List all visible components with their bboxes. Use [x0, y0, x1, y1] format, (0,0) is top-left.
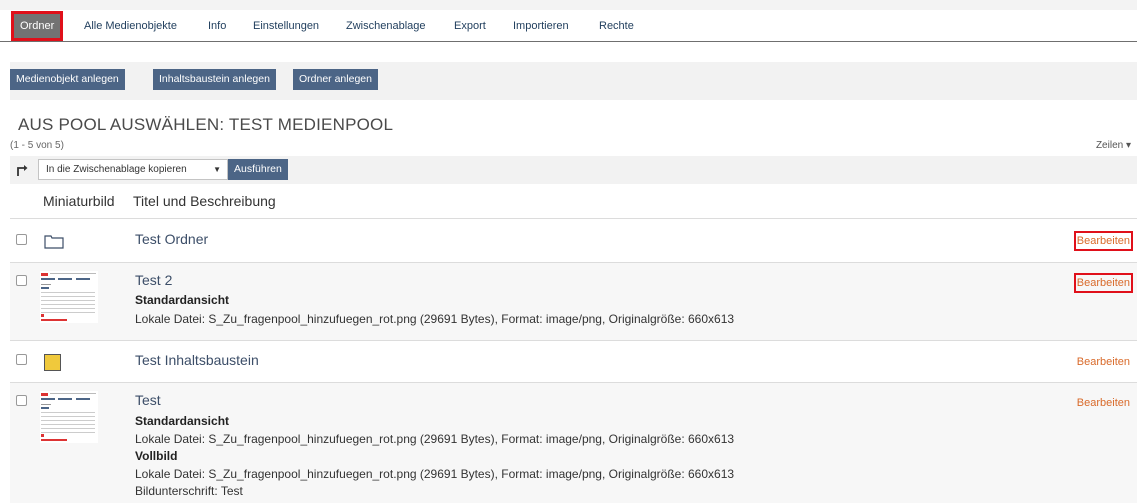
view-label: Standardansicht — [135, 293, 230, 307]
tab-info[interactable]: Info — [208, 14, 226, 38]
tab-alle-medienobjekte[interactable]: Alle Medienobjekte — [84, 14, 177, 38]
chevron-down-icon: ▼ — [213, 165, 221, 174]
bulk-action-select[interactable]: In die Zwischenablage kopieren ▼ — [38, 159, 228, 180]
tab-export[interactable]: Export — [454, 14, 486, 38]
content-block-icon — [44, 354, 61, 371]
row-title[interactable]: Test — [135, 392, 161, 408]
result-count: (1 - 5 von 5) — [10, 140, 64, 151]
rows-per-page-menu[interactable]: Zeilen ▾ — [1096, 140, 1131, 151]
row-checkbox[interactable] — [16, 275, 27, 286]
table-row: Test Ordner Bearbeiten — [10, 218, 1137, 263]
column-header-title: Titel und Beschreibung — [133, 193, 276, 209]
edit-link[interactable]: Bearbeiten — [1073, 273, 1134, 293]
tab-bar: Ordner Alle Medienobjekte Info Einstellu… — [0, 10, 1137, 42]
edit-link[interactable]: Bearbeiten — [1073, 231, 1134, 251]
tab-einstellungen[interactable]: Einstellungen — [253, 14, 319, 38]
row-checkbox[interactable] — [16, 395, 27, 406]
edit-link[interactable]: Bearbeiten — [1076, 395, 1131, 411]
file-info: Lokale Datei: S_Zu_fragenpool_hinzufuege… — [135, 312, 735, 326]
thumbnail-image[interactable] — [40, 271, 98, 323]
create-media-object-button[interactable]: Medienobjekt anlegen — [10, 69, 125, 90]
table-row: Test Inhaltsbaustein Bearbeiten — [10, 340, 1137, 383]
view-label: Standardansicht — [135, 414, 230, 428]
edit-link[interactable]: Bearbeiten — [1076, 354, 1131, 370]
row-checkbox[interactable] — [16, 354, 27, 365]
toolbar: Medienobjekt anlegen Inhaltsbaustein anl… — [10, 62, 1137, 100]
view-label: Vollbild — [135, 449, 178, 463]
top-strip — [0, 0, 1137, 10]
action-bar: In die Zwischenablage kopieren ▼ Ausführ… — [10, 156, 1137, 184]
tab-rechte[interactable]: Rechte — [599, 14, 634, 38]
table-row: Test Standardansicht Lokale Datei: S_Zu_… — [10, 382, 1137, 503]
row-title[interactable]: Test Inhaltsbaustein — [135, 352, 259, 368]
caption-info: Bildunterschrift: Test — [135, 484, 243, 498]
run-button[interactable]: Ausführen — [228, 159, 288, 180]
folder-icon — [44, 235, 64, 249]
tab-importieren[interactable]: Importieren — [513, 14, 569, 38]
create-folder-button[interactable]: Ordner anlegen — [293, 69, 378, 90]
row-checkbox[interactable] — [16, 234, 27, 245]
corner-arrow-icon — [17, 165, 28, 176]
row-title[interactable]: Test Ordner — [135, 231, 208, 247]
table-row: Test 2 Standardansicht Lokale Datei: S_Z… — [10, 262, 1137, 341]
thumbnail-image[interactable] — [40, 391, 98, 443]
tab-zwischenablage[interactable]: Zwischenablage — [346, 14, 426, 38]
column-header-thumbnail: Miniaturbild — [43, 193, 115, 209]
page-title: AUS POOL AUSWÄHLEN: TEST MEDIENPOOL — [18, 115, 394, 134]
tab-ordner[interactable]: Ordner — [10, 11, 64, 41]
file-info: Lokale Datei: S_Zu_fragenpool_hinzufuege… — [135, 432, 735, 446]
file-info: Lokale Datei: S_Zu_fragenpool_hinzufuege… — [135, 467, 735, 481]
bulk-action-value: In die Zwischenablage kopieren — [46, 164, 187, 175]
row-title[interactable]: Test 2 — [135, 272, 172, 288]
create-content-block-button[interactable]: Inhaltsbaustein anlegen — [153, 69, 276, 90]
